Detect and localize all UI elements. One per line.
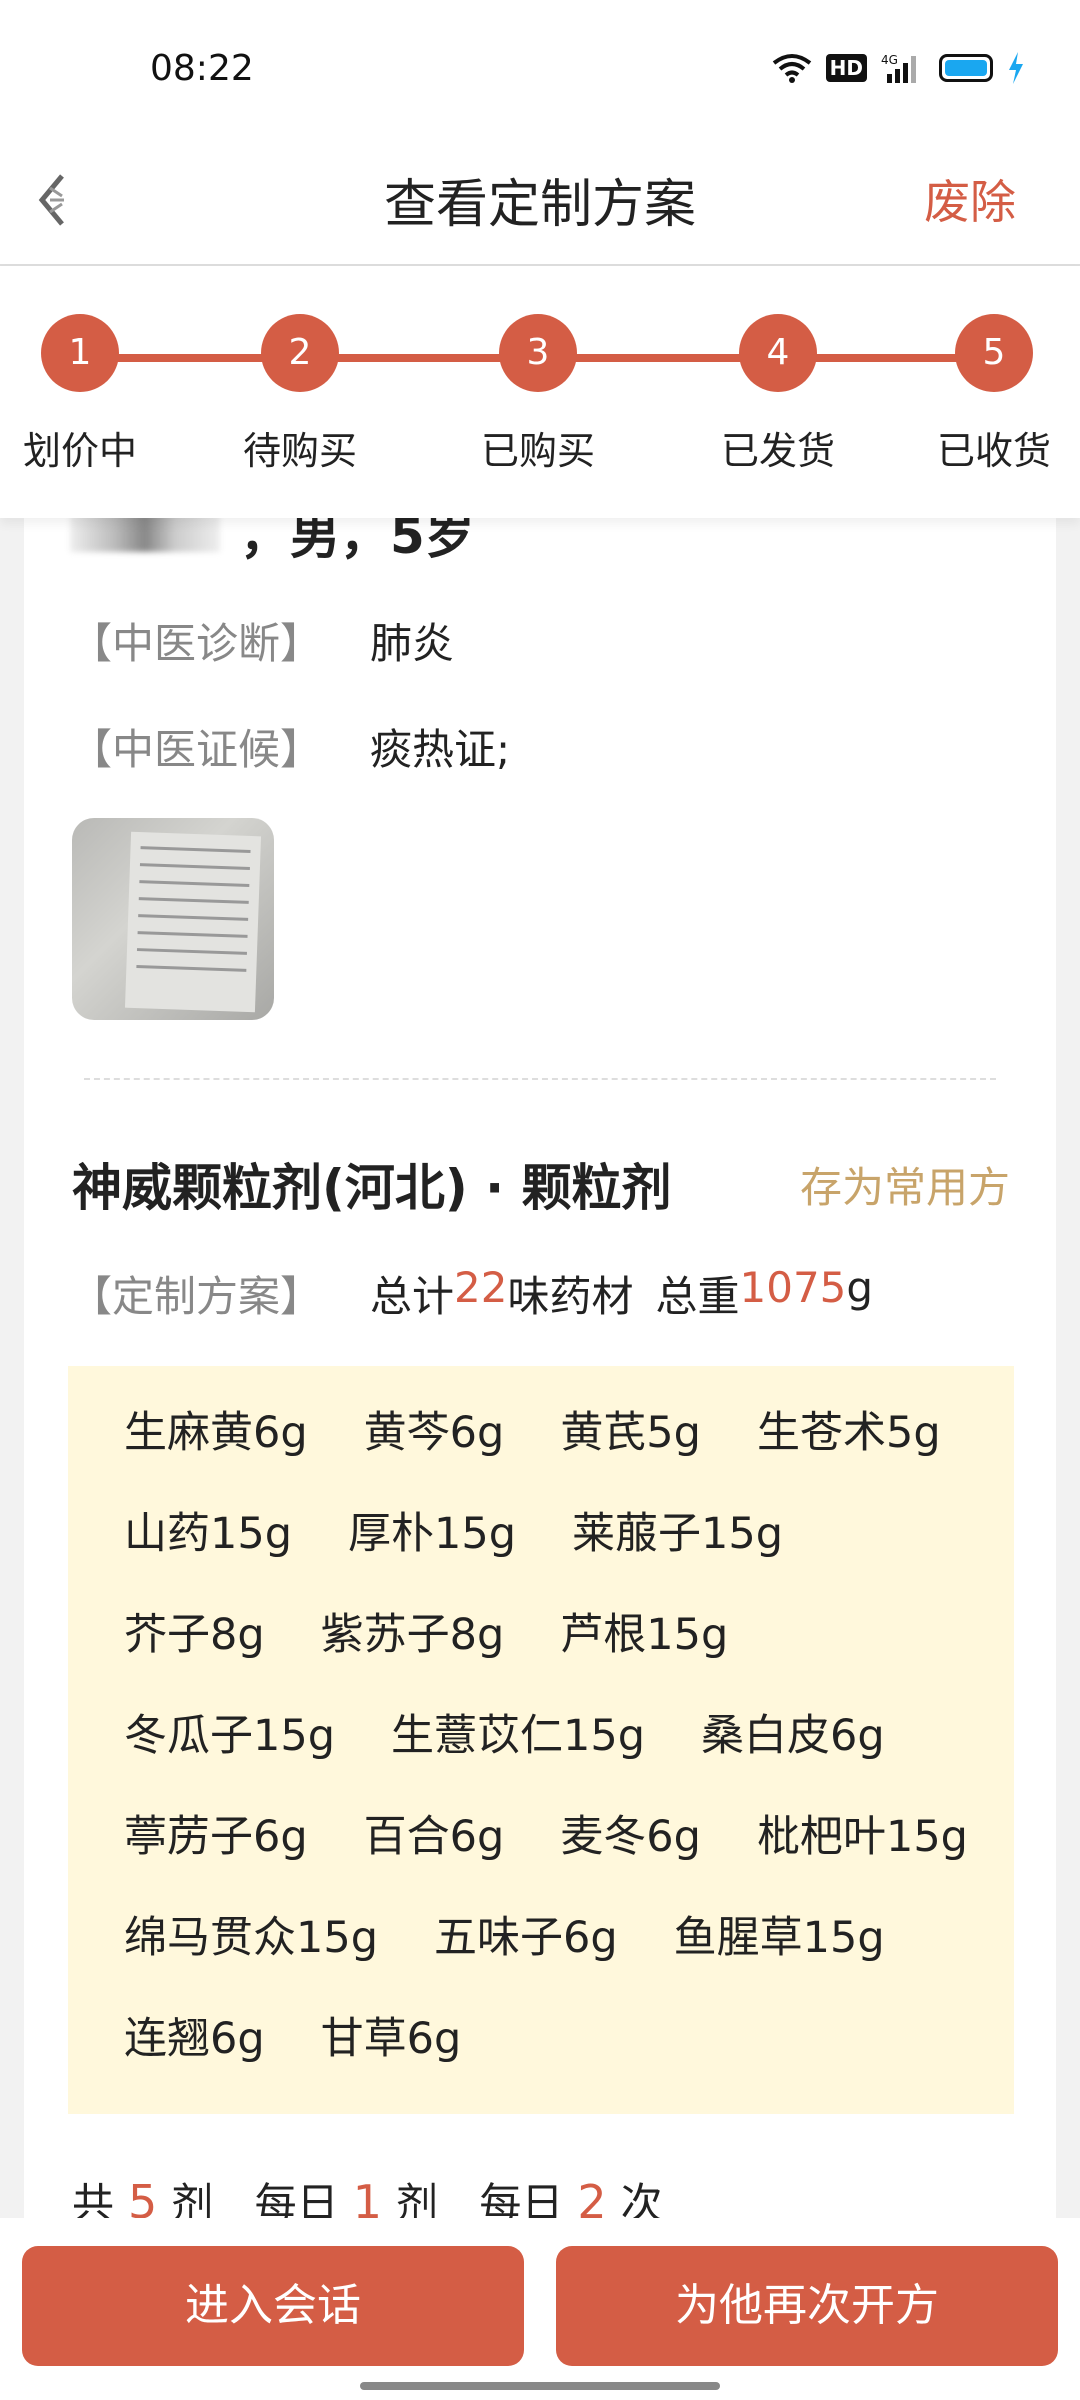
represcribe-button[interactable]: 为他再次开方 [556,2246,1058,2366]
status-icons: HD 4G [772,52,1025,84]
herb-list: 生麻黄6g 黄芩6g 黄芪5g 生苍术5g 山药15g 厚朴15g 莱菔子15g… [68,1366,1014,2114]
herb-item: 绵马贯众15g [124,1913,379,1963]
step-number: 2 [261,314,339,392]
dose-per-day: 1 [352,2175,382,2218]
step-1: 1 划价中 [0,314,180,475]
medicine-name: 神威颗粒剂(河北) · 颗粒剂 [72,1159,672,1217]
syndrome-row: 【中医证候】 痰热证; [70,716,510,777]
diagnosis-row: 【中医诊断】 肺炎 [70,610,454,671]
patient-info: ，男，5岁 [70,518,475,568]
herb-row: 连翘6g 甘草6g [124,2004,1014,2105]
step-label: 划价中 [22,429,137,473]
herb-item: 黄芪5g [560,1408,701,1458]
herb-item: 鱼腥草15g [673,1913,885,1963]
herb-row: 葶苈子6g 百合6g 麦冬6g 枇杷叶15g [124,1802,1014,1903]
svg-text:4G: 4G [881,53,898,67]
herb-item: 甘草6g [320,2014,462,2064]
battery-icon [939,54,993,82]
syndrome-value: 痰热证; [370,725,511,774]
herb-item: 厚朴15g [348,1509,517,1559]
charging-icon [1009,52,1023,84]
plan-summary: 【定制方案】 总计 22 味药材 总重 1075 g [70,1263,873,1324]
herb-item: 生麻黄6g [124,1408,308,1458]
plan-weight: 1075 [739,1263,847,1312]
herb-item: 五味子6g [434,1913,618,1963]
patient-gender-age: ，男，5岁 [240,518,475,565]
plan-weight-prefix: 总重 [655,1272,740,1321]
herb-item: 枇杷叶15g [756,1812,968,1862]
progress-steps: 1 划价中 2 待购买 3 已购买 4 已发货 5 已收货 [0,266,1080,518]
herb-row: 绵马贯众15g 五味子6g 鱼腥草15g [124,1903,1014,2004]
herb-item: 山药15g [124,1509,293,1559]
herb-row: 冬瓜子15g 生薏苡仁15g 桑白皮6g [124,1701,1014,1802]
dosage-text: 每日 [479,2179,564,2218]
step-label: 已收货 [936,429,1051,473]
home-indicator[interactable] [360,2382,720,2390]
herb-row: 山药15g 厚朴15g 莱菔子15g [124,1499,1014,1600]
dose-count: 5 [128,2175,158,2218]
herb-item: 紫苏子8g [320,1610,505,1660]
abolish-button[interactable]: 废除 [924,166,1016,232]
step-number: 1 [41,314,119,392]
dosage-text: 剂 [395,2179,438,2218]
plan-weight-unit: g [846,1263,874,1312]
wifi-icon [772,54,811,83]
syndrome-label: 【中医证候】 [70,725,323,774]
step-label: 待购买 [242,429,357,473]
diagnosis-label: 【中医诊断】 [70,619,323,668]
herb-item: 莱菔子15g [572,1509,784,1559]
step-4: 4 已发货 [678,314,878,475]
step-number: 5 [955,314,1033,392]
enter-chat-button[interactable]: 进入会话 [22,2246,524,2366]
step-label: 已购买 [480,429,595,473]
herb-item: 百合6g [363,1812,505,1862]
step-number: 3 [499,314,577,392]
herb-item: 葶苈子6g [124,1812,308,1862]
save-as-common-button[interactable]: 存为常用方 [800,1154,1010,1215]
herb-item: 芥子8g [124,1610,265,1660]
dosage-text: 每日 [254,2179,339,2218]
dosage-text: 剂 [171,2179,214,2218]
prescription-photo-thumbnail[interactable] [72,818,274,1020]
status-time: 08:22 [150,48,254,89]
plan-count-suffix: 味药材 [507,1272,634,1321]
divider [84,1078,996,1080]
dosage-text: 共 [72,2179,115,2218]
plan-count-prefix: 总计 [370,1272,455,1321]
step-5: 5 已收货 [894,314,1080,475]
times-per-day: 2 [577,2175,607,2218]
hd-icon: HD [825,54,867,82]
herb-item: 桑白皮6g [701,1711,885,1761]
herb-item: 生薏苡仁15g [391,1711,646,1761]
herb-item: 冬瓜子15g [124,1711,336,1761]
herb-row: 芥子8g 紫苏子8g 芦根15g [124,1600,1014,1701]
diagnosis-value: 肺炎 [370,619,455,668]
herb-item: 连翘6g [124,2014,265,2064]
page-title: 查看定制方案 [383,175,696,235]
status-bar: 08:22 HD 4G [0,0,1080,140]
herb-item: 黄芩6g [363,1408,505,1458]
header: 查看定制方案 废除 [0,140,1080,266]
bottom-action-bar: 进入会话 为他再次开方 [0,2218,1080,2400]
step-number: 4 [739,314,817,392]
step-label: 已发货 [720,429,835,473]
plan-count: 22 [454,1263,508,1312]
blurred-name [70,518,220,552]
prescription-card: ，男，5岁 【中医诊断】 肺炎 【中医证候】 痰热证; 神威颗粒剂(河北) · … [24,518,1056,2218]
herb-item: 生苍术5g [756,1408,941,1458]
herb-item: 芦根15g [560,1610,729,1660]
dosage-info: 共5剂 每日 1 剂 每日 2 次 [72,2170,663,2218]
step-3: 3 已购买 [438,314,638,475]
herb-item: 麦冬6g [560,1812,701,1862]
plan-label: 【定制方案】 [70,1272,323,1321]
dosage-text: 次 [620,2179,663,2218]
herb-row: 生麻黄6g 黄芩6g 黄芪5g 生苍术5g [124,1398,1014,1499]
step-2: 2 待购买 [200,314,400,475]
signal-icon: 4G [881,53,916,83]
